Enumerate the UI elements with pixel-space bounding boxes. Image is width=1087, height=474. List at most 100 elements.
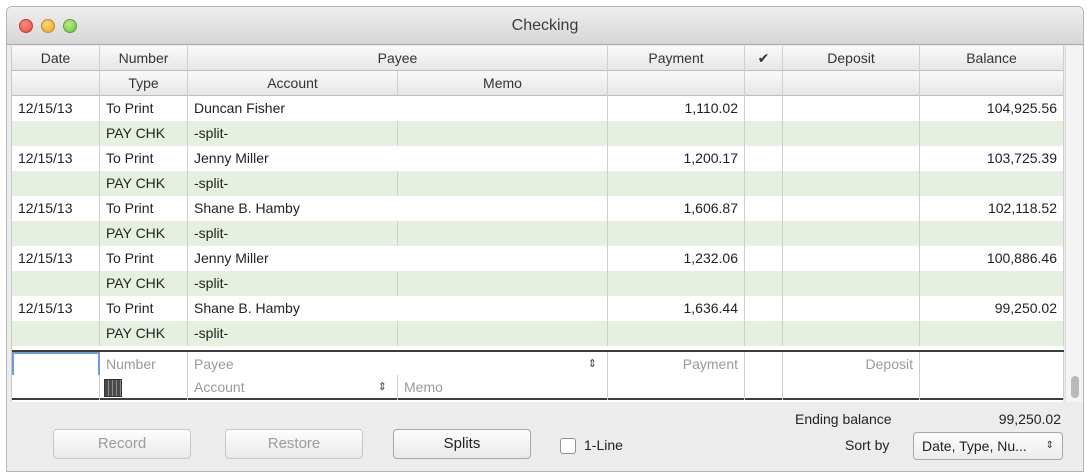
payee-cell[interactable]: Shane B. Hamby [188, 296, 608, 321]
column-header-blank [12, 71, 100, 96]
column-header-payee[interactable]: Payee [188, 46, 608, 71]
scrollbar-thumb[interactable] [1071, 376, 1079, 398]
column-header-deposit[interactable]: Deposit [783, 46, 920, 71]
memo-cell[interactable] [398, 321, 608, 346]
up-down-arrows-icon[interactable]: ⇕ [378, 375, 387, 400]
payee-cell[interactable]: Jenny Miller [188, 146, 608, 171]
transaction-row-primary[interactable]: 12/15/13 To Print Shane B. Hamby 1,636.44 99… [12, 296, 1064, 321]
transaction-row-secondary[interactable]: PAY CHK -split- [12, 221, 1064, 246]
deposit-cell[interactable] [783, 196, 920, 221]
column-header-memo[interactable]: Memo [398, 71, 608, 96]
blank-cell [12, 171, 100, 196]
payee-field-placeholder: Payee [194, 356, 234, 372]
up-down-arrows-icon[interactable]: ⇕ [588, 352, 597, 377]
column-header-number[interactable]: Number [100, 46, 188, 71]
checking-register-window: Checking Date Number Payee Payment ✔ Dep… [6, 6, 1084, 472]
transaction-row-secondary[interactable]: PAY CHK -split- [12, 271, 1064, 296]
balance-cell[interactable]: 100,886.46 [920, 246, 1064, 271]
payee-cell[interactable]: Jenny Miller [188, 246, 608, 271]
number-field[interactable]: Number [100, 352, 188, 377]
number-cell[interactable]: To Print [100, 246, 188, 271]
number-cell[interactable]: To Print [100, 196, 188, 221]
spacer-cell [608, 321, 745, 346]
payment-cell[interactable]: 1,110.02 [608, 96, 745, 121]
column-header-balance[interactable]: Balance [920, 46, 1064, 71]
account-cell[interactable]: -split- [188, 271, 398, 296]
column-header-payment[interactable]: Payment [608, 46, 745, 71]
restore-button[interactable]: Restore [225, 429, 363, 459]
spacer-cell [745, 171, 783, 196]
memo-cell[interactable] [398, 171, 608, 196]
transaction-row-secondary[interactable]: PAY CHK -split- [12, 321, 1064, 346]
record-button[interactable]: Record [53, 429, 191, 459]
spacer-cell [783, 121, 920, 146]
column-header-date[interactable]: Date [12, 46, 100, 71]
payee-field[interactable]: Payee ⇕ [188, 352, 608, 377]
transaction-row-primary[interactable]: 12/15/13 To Print Jenny Miller 1,232.06 100,… [12, 246, 1064, 271]
deposit-field[interactable]: Deposit [783, 352, 920, 377]
number-cell[interactable]: To Print [100, 96, 188, 121]
column-header-spacer [920, 71, 1064, 96]
deposit-cell[interactable] [783, 246, 920, 271]
memo-cell[interactable] [398, 221, 608, 246]
memo-cell[interactable] [398, 121, 608, 146]
deposit-cell[interactable] [783, 296, 920, 321]
cleared-field[interactable] [745, 352, 783, 377]
sort-by-select[interactable]: Date, Type, Nu... ⇕ [913, 432, 1063, 460]
payment-cell[interactable]: 1,606.87 [608, 196, 745, 221]
balance-cell[interactable]: 104,925.56 [920, 96, 1064, 121]
column-header-cleared[interactable]: ✔ [745, 46, 783, 71]
date-picker-cell [12, 375, 100, 400]
sort-by-label: Sort by [845, 437, 890, 453]
column-header-type[interactable]: Type [100, 71, 188, 96]
number-cell[interactable]: To Print [100, 296, 188, 321]
account-cell[interactable]: -split- [188, 171, 398, 196]
one-line-checkbox[interactable] [560, 438, 576, 454]
transaction-row-primary[interactable]: 12/15/13 To Print Jenny Miller 1,200.17 103,… [12, 146, 1064, 171]
account-cell[interactable]: -split- [188, 221, 398, 246]
date-field[interactable] [12, 352, 100, 377]
transaction-row-primary[interactable]: 12/15/13 To Print Duncan Fisher 1,110.02 104… [12, 96, 1064, 121]
account-field[interactable]: Account ⇕ [188, 375, 398, 400]
balance-field [920, 352, 1064, 377]
type-field[interactable] [100, 375, 188, 400]
balance-cell[interactable]: 102,118.52 [920, 196, 1064, 221]
balance-cell[interactable]: 103,725.39 [920, 146, 1064, 171]
date-cell[interactable]: 12/15/13 [12, 196, 100, 221]
splits-button[interactable]: Splits [393, 429, 531, 459]
transaction-row-primary[interactable]: 12/15/13 To Print Shane B. Hamby 1,606.87 10… [12, 196, 1064, 221]
type-cell[interactable]: PAY CHK [100, 121, 188, 146]
transaction-row-secondary[interactable]: PAY CHK -split- [12, 171, 1064, 196]
blank-cell [12, 271, 100, 296]
type-cell[interactable]: PAY CHK [100, 171, 188, 196]
payment-field[interactable]: Payment [608, 352, 745, 377]
date-cell[interactable]: 12/15/13 [12, 146, 100, 171]
vertical-scrollbar[interactable] [1065, 46, 1083, 402]
date-cell[interactable]: 12/15/13 [12, 296, 100, 321]
register-footer: Record Restore Splits 1-Line Ending bala… [7, 403, 1083, 471]
account-cell[interactable]: -split- [188, 321, 398, 346]
deposit-cell[interactable] [783, 96, 920, 121]
payment-cell[interactable]: 1,200.17 [608, 146, 745, 171]
memo-field[interactable]: Memo [398, 375, 608, 400]
type-cell[interactable]: PAY CHK [100, 221, 188, 246]
account-cell[interactable]: -split- [188, 121, 398, 146]
payment-cell[interactable]: 1,232.06 [608, 246, 745, 271]
memo-cell[interactable] [398, 271, 608, 296]
balance-cell[interactable]: 99,250.02 [920, 296, 1064, 321]
deposit-cell[interactable] [783, 146, 920, 171]
payee-cell[interactable]: Shane B. Hamby [188, 196, 608, 221]
date-cell[interactable]: 12/15/13 [12, 246, 100, 271]
transaction-row-secondary[interactable]: PAY CHK -split- [12, 121, 1064, 146]
column-header-account[interactable]: Account [188, 71, 398, 96]
payment-cell[interactable]: 1,636.44 [608, 296, 745, 321]
spacer-cell [745, 121, 783, 146]
payee-cell[interactable]: Duncan Fisher [188, 96, 608, 121]
number-cell[interactable]: To Print [100, 146, 188, 171]
one-line-label: 1-Line [584, 437, 623, 453]
date-cell[interactable]: 12/15/13 [12, 96, 100, 121]
spacer-cell [608, 271, 745, 296]
type-cell[interactable]: PAY CHK [100, 321, 188, 346]
register-table: Date Number Payee Payment ✔ Deposit Bala… [11, 46, 1064, 402]
type-cell[interactable]: PAY CHK [100, 271, 188, 296]
